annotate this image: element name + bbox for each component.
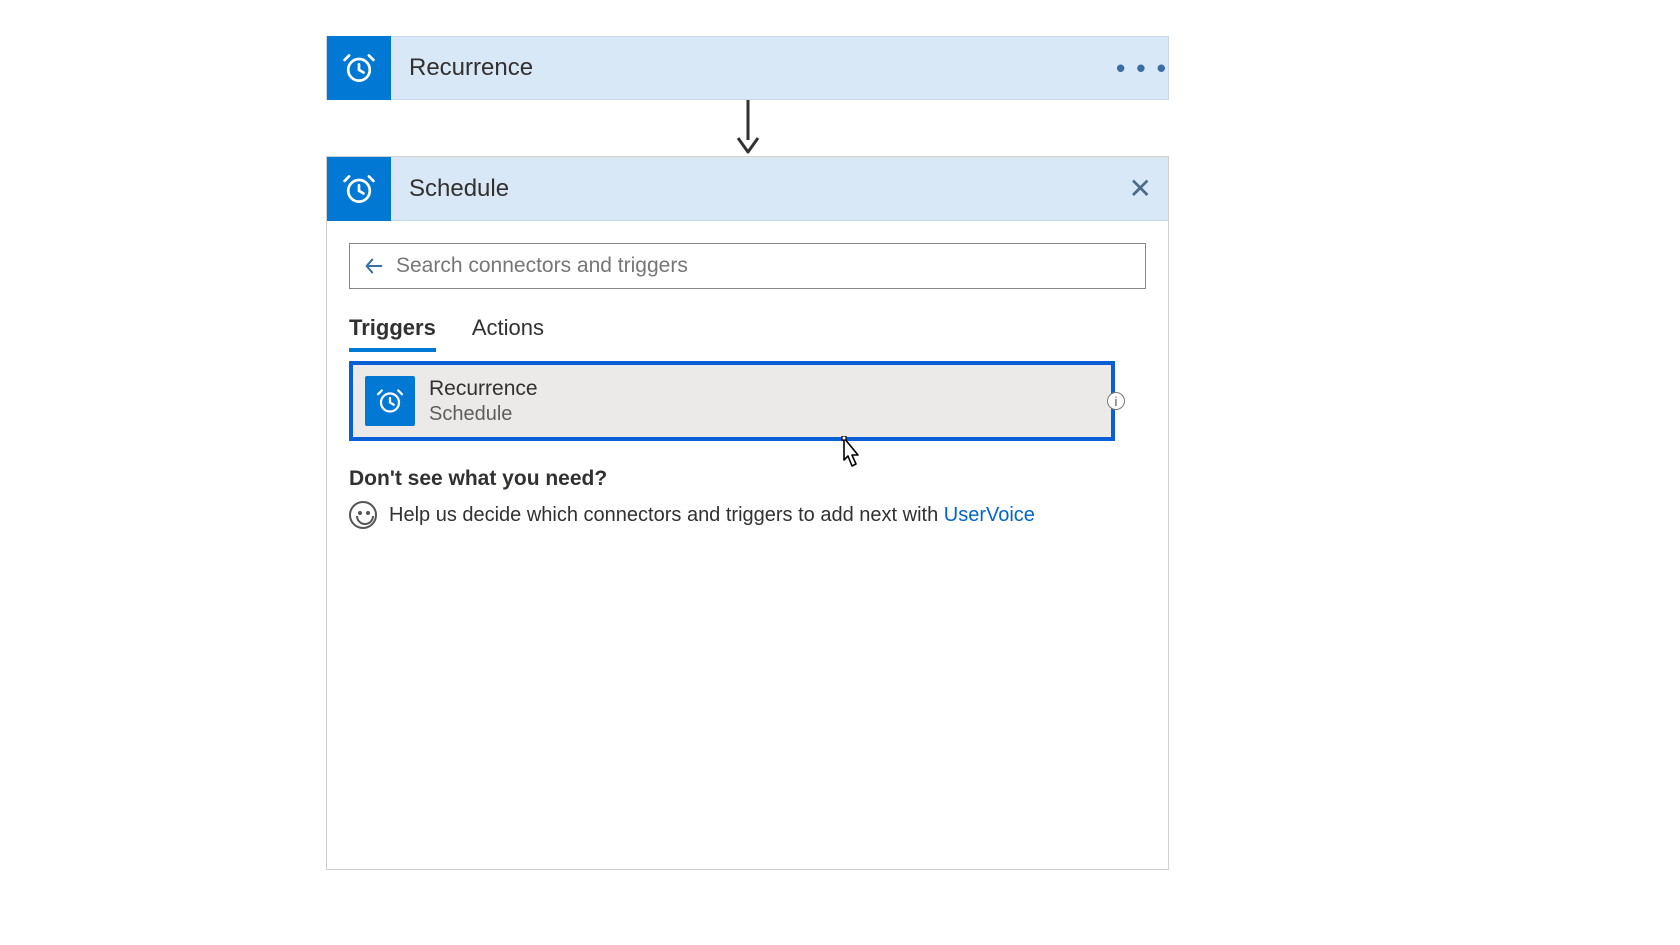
help-text: Help us decide which connectors and trig… <box>389 504 1035 527</box>
clock-icon <box>327 157 391 221</box>
search-box[interactable] <box>349 243 1146 289</box>
result-text: Recurrence Schedule <box>429 376 538 425</box>
tab-actions[interactable]: Actions <box>472 307 544 351</box>
step-title: Recurrence <box>409 54 1116 82</box>
result-title: Recurrence <box>429 376 538 401</box>
panel-title: Schedule <box>409 175 1168 203</box>
panel-header: Schedule ✕ <box>327 157 1168 221</box>
trigger-result-recurrence[interactable]: Recurrence Schedule i <box>349 361 1115 441</box>
connector-panel: Schedule ✕ Triggers Actions <box>326 156 1169 870</box>
uservoice-link[interactable]: UserVoice <box>944 504 1035 526</box>
tab-triggers[interactable]: Triggers <box>349 307 436 351</box>
step-card-recurrence[interactable]: Recurrence • • • <box>326 36 1169 100</box>
help-block: Don't see what you need? Help us decide … <box>349 467 1146 869</box>
help-heading: Don't see what you need? <box>349 467 1146 491</box>
more-menu-button[interactable]: • • • <box>1116 53 1168 84</box>
tab-bar: Triggers Actions <box>349 307 1146 351</box>
clock-icon <box>365 376 415 426</box>
close-button[interactable]: ✕ <box>1129 175 1152 203</box>
help-text-prefix: Help us decide which connectors and trig… <box>389 504 944 526</box>
result-subtitle: Schedule <box>429 402 538 426</box>
back-arrow-icon[interactable] <box>360 252 388 280</box>
info-icon[interactable]: i <box>1107 392 1125 410</box>
search-input[interactable] <box>396 254 1135 278</box>
smile-icon <box>349 501 377 529</box>
flow-connector-arrow <box>326 100 1169 156</box>
clock-icon <box>327 36 391 100</box>
